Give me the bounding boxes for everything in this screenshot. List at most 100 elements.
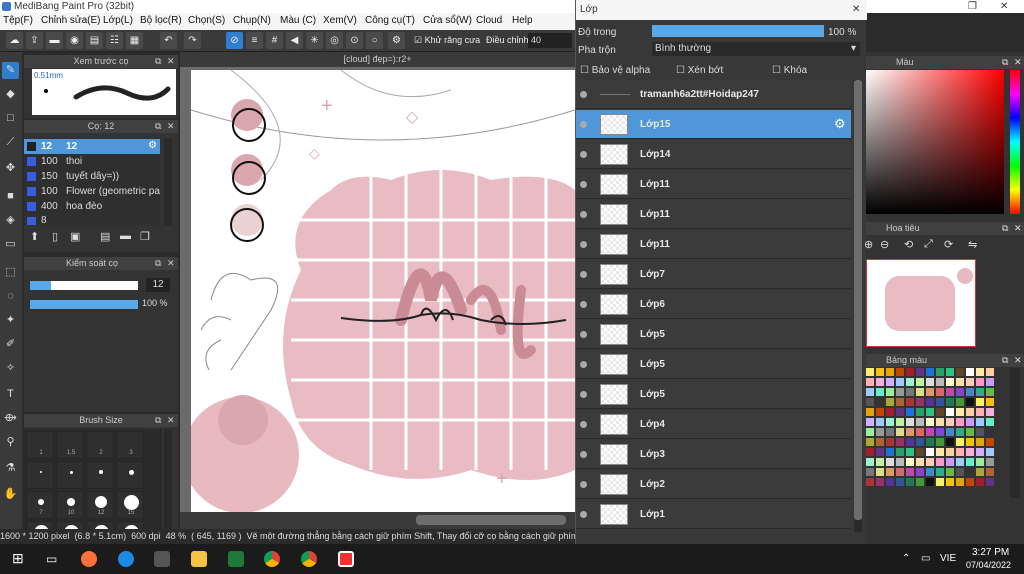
export-icon[interactable]: ⇪ xyxy=(26,32,43,49)
palette-swatch[interactable] xyxy=(906,368,914,376)
palette-swatch[interactable] xyxy=(876,378,884,386)
palette-swatch[interactable] xyxy=(956,418,964,426)
palette-swatch[interactable] xyxy=(926,388,934,396)
palette-swatch[interactable] xyxy=(936,378,944,386)
palette-swatch[interactable] xyxy=(986,378,994,386)
palette-swatch[interactable] xyxy=(956,448,964,456)
palette-swatch[interactable] xyxy=(896,418,904,426)
chrome-icon[interactable] xyxy=(264,551,280,567)
eyedropper2-tool-icon[interactable]: ⚗ xyxy=(2,460,19,477)
palette-swatch[interactable] xyxy=(886,428,894,436)
text-tool-icon[interactable]: T xyxy=(2,386,19,403)
palette-swatch[interactable] xyxy=(906,418,914,426)
palette-swatch[interactable] xyxy=(876,458,884,466)
brush-size-slider[interactable] xyxy=(30,281,138,290)
palette-scrollbar[interactable] xyxy=(1010,368,1020,498)
popout-icon[interactable]: ⧉ xyxy=(1002,355,1008,366)
drawing-canvas[interactable]: + ◇ ◇ + xyxy=(191,70,575,512)
visibility-eye-icon[interactable] xyxy=(580,391,587,398)
close-panel-icon[interactable]: ✕ xyxy=(1014,57,1022,68)
palette-swatch[interactable] xyxy=(936,478,944,486)
brush-size-cell[interactable] xyxy=(116,461,144,489)
hand-tool-icon[interactable]: ✋ xyxy=(2,486,19,503)
brush-size-cell[interactable]: 15 xyxy=(116,491,144,519)
new-brush-icon[interactable]: ▯ xyxy=(52,230,58,243)
restore-icon[interactable]: ❐ xyxy=(968,0,977,13)
palette-swatch[interactable] xyxy=(886,398,894,406)
palette-swatch[interactable] xyxy=(946,398,954,406)
palette-swatch[interactable] xyxy=(926,378,934,386)
duplicate-icon[interactable]: ❐ xyxy=(140,230,150,243)
palette-swatch[interactable] xyxy=(866,398,874,406)
layer-row[interactable]: tramanh6a2tt#Hoidap247 xyxy=(576,80,851,109)
excel-icon[interactable] xyxy=(228,551,244,567)
brush-menu-icon[interactable]: ▣ xyxy=(70,230,80,243)
palette-swatch[interactable] xyxy=(976,468,984,476)
layer-row[interactable]: Lớp4 xyxy=(576,410,851,439)
protect-alpha-checkbox[interactable]: ☐ Bảo vệ alpha xyxy=(580,65,650,76)
windows-start-icon[interactable]: ⊞ xyxy=(12,550,24,567)
add-brush-icon[interactable]: ⬆ xyxy=(30,230,39,243)
magic-wand-tool-icon[interactable]: ✦ xyxy=(2,312,19,329)
canvas-tab[interactable]: [cloud] đẹp=):r2+ xyxy=(180,52,575,67)
visibility-eye-icon[interactable] xyxy=(580,301,587,308)
move-tool-icon[interactable]: ✥ xyxy=(2,160,19,177)
palette-swatch[interactable] xyxy=(986,448,994,456)
palette-swatch[interactable] xyxy=(916,418,924,426)
fit-icon[interactable]: ⤢ xyxy=(924,238,933,251)
palette-swatch[interactable] xyxy=(976,378,984,386)
palette-swatch[interactable] xyxy=(966,478,974,486)
close-icon[interactable]: ✕ xyxy=(852,4,860,15)
brush-size-cell[interactable]: 10 xyxy=(56,491,84,519)
palette-swatch[interactable] xyxy=(876,428,884,436)
palette-swatch[interactable] xyxy=(986,368,994,376)
menu-color[interactable]: Màu (C) xyxy=(280,15,316,26)
adjust-input[interactable]: 40 xyxy=(528,33,572,48)
palette-swatch[interactable] xyxy=(976,428,984,436)
palette-swatch[interactable] xyxy=(896,428,904,436)
palette-swatch[interactable] xyxy=(966,388,974,396)
palette-swatch[interactable] xyxy=(986,478,994,486)
gear-icon[interactable]: ⚙ xyxy=(834,116,846,132)
palette-swatch[interactable] xyxy=(886,368,894,376)
visibility-eye-icon[interactable] xyxy=(580,241,587,248)
palette-swatch[interactable] xyxy=(946,408,954,416)
palette-swatch[interactable] xyxy=(906,408,914,416)
palette-swatch[interactable] xyxy=(966,448,974,456)
popout-icon[interactable]: ⧉ xyxy=(155,56,161,67)
comment-icon[interactable]: ▬ xyxy=(46,32,63,49)
palette-swatch[interactable] xyxy=(936,418,944,426)
lasso-tool-icon[interactable]: ◌ xyxy=(2,288,19,305)
brush-row[interactable]: 8 xyxy=(24,214,160,225)
layer-row[interactable]: Lớp7 xyxy=(576,260,851,289)
palette-swatch[interactable] xyxy=(956,478,964,486)
dot-tool-icon[interactable]: □ xyxy=(2,110,19,127)
menu-tools[interactable]: Công cụ(T) xyxy=(365,15,415,26)
brush-size-cell[interactable]: 7 xyxy=(26,491,54,519)
palette-swatch[interactable] xyxy=(906,448,914,456)
hue-slider[interactable] xyxy=(1010,70,1020,214)
layer-row[interactable]: Lớp11 xyxy=(576,200,851,229)
visibility-eye-icon[interactable] xyxy=(580,91,587,98)
menu-window[interactable]: Cửa sổ(W) xyxy=(423,15,472,26)
close-panel-icon[interactable]: ✕ xyxy=(1014,223,1022,234)
brush-size-cell[interactable] xyxy=(56,461,84,489)
palette-swatch[interactable] xyxy=(956,438,964,446)
popout-icon[interactable]: ⧉ xyxy=(155,121,161,132)
clock-time[interactable]: 3:27 PM xyxy=(972,547,1009,558)
menu-help[interactable]: Help xyxy=(512,15,533,26)
palette-swatch[interactable] xyxy=(966,428,974,436)
palette-swatch[interactable] xyxy=(866,428,874,436)
palette-swatch[interactable] xyxy=(926,438,934,446)
palette-swatch[interactable] xyxy=(956,458,964,466)
palette-swatch[interactable] xyxy=(866,438,874,446)
palette-swatch[interactable] xyxy=(886,478,894,486)
palette-swatch[interactable] xyxy=(886,448,894,456)
palette-swatch[interactable] xyxy=(906,468,914,476)
popout-icon[interactable]: ⧉ xyxy=(155,415,161,426)
visibility-eye-icon[interactable] xyxy=(580,121,587,128)
layer-row[interactable]: Lớp3 xyxy=(576,440,851,469)
palette-swatch[interactable] xyxy=(916,428,924,436)
chevron-up-icon[interactable]: ⌃ xyxy=(902,553,910,564)
close-panel-icon[interactable]: ✕ xyxy=(167,415,175,426)
